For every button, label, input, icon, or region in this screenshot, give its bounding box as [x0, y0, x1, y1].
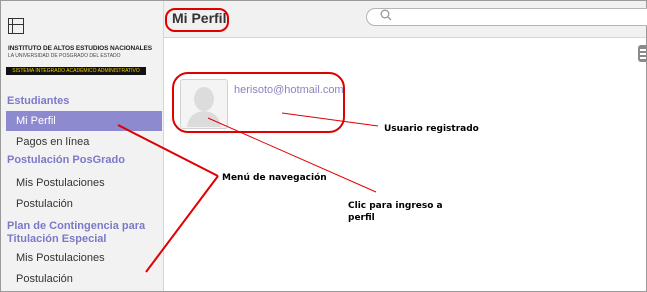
section-title-estudiantes: Estudiantes: [7, 95, 70, 107]
title-highlight-oval: [165, 8, 229, 32]
sidebar-item-pagos-en-linea[interactable]: Pagos en línea: [6, 132, 162, 152]
sidebar-item-mi-perfil[interactable]: Mi Perfil: [6, 111, 162, 131]
annotation-clic-line-1: Clic para ingreso a: [348, 201, 443, 211]
section-title-line-2: Titulación Especial: [7, 233, 107, 245]
annotation-clic-perfil: Clic para ingreso a perfil: [348, 200, 443, 224]
section-title-postulacion-posgrado: Postulación PosGrado: [7, 154, 125, 166]
institution-logo: [8, 18, 24, 34]
sidebar-item-postulacion[interactable]: Postulación: [6, 194, 162, 214]
annotation-menu-navegacion: Menú de navegación: [222, 173, 327, 183]
annotation-clic-line-2: perfil: [348, 213, 375, 223]
search-input[interactable]: [366, 8, 647, 26]
section-title-plan-contingencia: Plan de Contingencia para Titulación Esp…: [7, 220, 145, 246]
institution-subtitle: LA UNIVERSIDAD DE POSGRADO DEL ESTADO: [8, 53, 121, 59]
annotation-usuario-registrado: Usuario registrado: [384, 124, 479, 134]
sidebar-item-mis-postulaciones[interactable]: Mis Postulaciones: [6, 173, 162, 193]
menu-toggle-button[interactable]: [638, 45, 647, 62]
search-icon: [380, 9, 392, 21]
section-title-line-1: Plan de Contingencia para: [7, 220, 146, 232]
system-name-bar: SISTEMA INTEGRADO ACADÉMICO ADMINISTRATI…: [6, 67, 146, 75]
profile-highlight-oval: [172, 72, 345, 133]
institution-name: INSTITUTO DE ALTOS ESTUDIOS NACIONALES: [8, 45, 153, 52]
sidebar-item-mis-postulaciones-contingencia[interactable]: Mis Postulaciones: [6, 248, 162, 268]
sidebar-item-postulacion-contingencia[interactable]: Postulación: [6, 269, 162, 289]
